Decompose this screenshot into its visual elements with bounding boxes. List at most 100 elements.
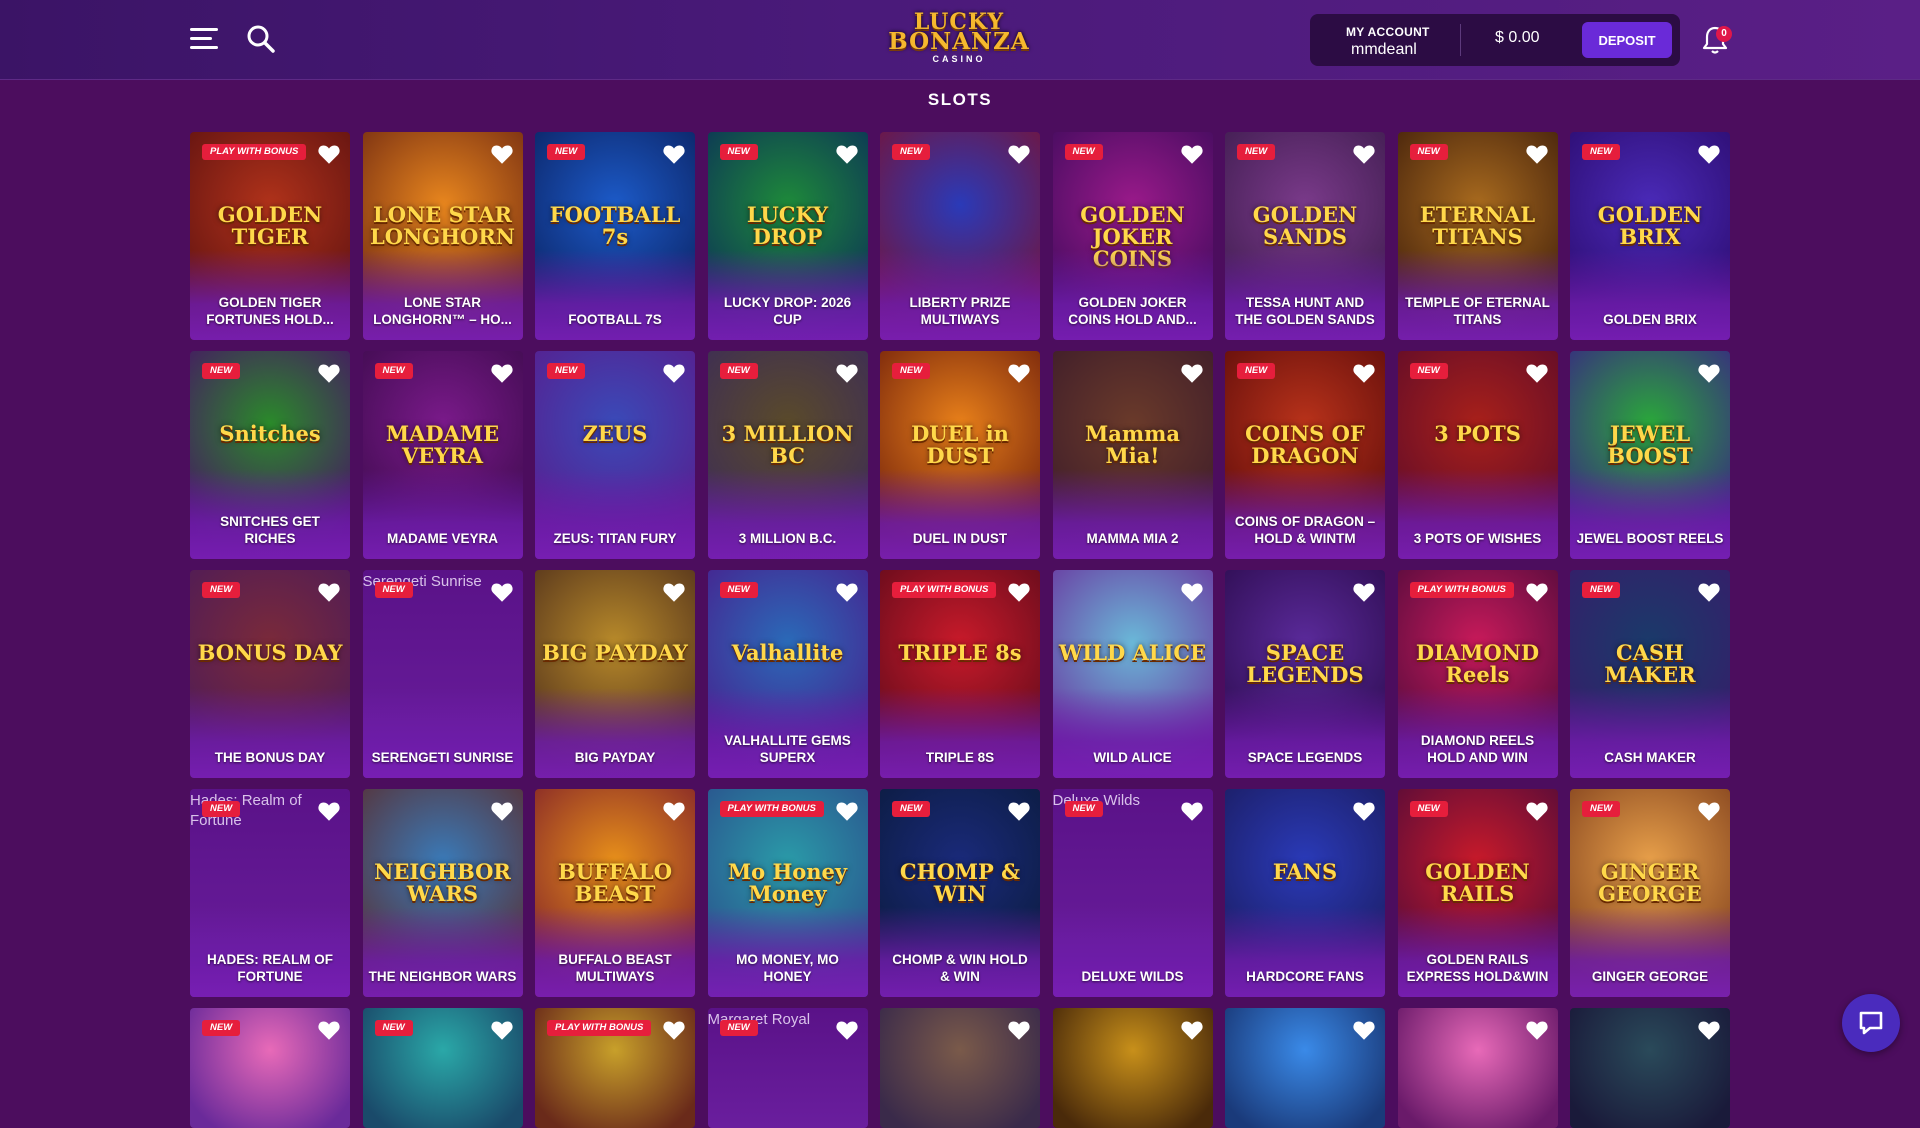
favorite-heart-icon[interactable] bbox=[1353, 363, 1375, 383]
game-tile[interactable]: 3 MILLION BC NEW 3 MILLION B.C. bbox=[707, 351, 868, 559]
my-account-label[interactable]: MY ACCOUNT bbox=[1346, 25, 1430, 39]
game-tile[interactable] bbox=[1397, 1008, 1558, 1128]
favorite-heart-icon[interactable] bbox=[1698, 582, 1720, 602]
game-tile[interactable]: SPACE LEGENDS SPACE LEGENDS bbox=[1225, 570, 1385, 778]
game-tile[interactable]: PLAY WITH BONUS bbox=[535, 1008, 695, 1128]
game-tile[interactable]: GOLDEN BRIX NEW GOLDEN BRIX bbox=[1570, 132, 1730, 340]
menu-icon[interactable] bbox=[190, 28, 218, 50]
game-tile[interactable]: Mamma Mia! MAMMA MIA 2 bbox=[1052, 351, 1213, 559]
favorite-heart-icon[interactable] bbox=[1180, 144, 1203, 164]
game-tile[interactable]: GOLDEN TIGER PLAY WITH BONUS GOLDEN TIGER … bbox=[190, 132, 350, 340]
favorite-heart-icon[interactable] bbox=[1525, 363, 1548, 383]
game-tile[interactable]: BUFFALO BEAST BUFFALO BEAST MULTIWAYS bbox=[535, 789, 695, 997]
favorite-heart-icon[interactable] bbox=[1353, 1020, 1375, 1040]
favorite-heart-icon[interactable] bbox=[1525, 582, 1548, 602]
game-tile[interactable]: NEW bbox=[190, 1008, 350, 1128]
favorite-heart-icon[interactable] bbox=[663, 582, 685, 602]
game-tile[interactable]: NEIGHBOR WARS THE NEIGHBOR WARS bbox=[362, 789, 523, 997]
search-icon[interactable] bbox=[246, 24, 276, 54]
game-tile[interactable]: COINS OF DRAGON NEW COINS OF DRAGON – HOLD… bbox=[1225, 351, 1385, 559]
new-badge: NEW bbox=[1409, 801, 1448, 817]
favorite-heart-icon[interactable] bbox=[318, 1020, 340, 1040]
game-tile[interactable]: TRIPLE 8s PLAY WITH BONUS TRIPLE 8S bbox=[880, 570, 1040, 778]
game-tile[interactable]: FOOTBALL 7s NEW FOOTBALL 7S bbox=[535, 132, 695, 340]
favorite-heart-icon[interactable] bbox=[1180, 363, 1203, 383]
game-tile[interactable]: NEW bbox=[362, 1008, 523, 1128]
favorite-heart-icon[interactable] bbox=[663, 1020, 685, 1040]
favorite-heart-icon[interactable] bbox=[663, 144, 685, 164]
favorite-heart-icon[interactable] bbox=[1698, 363, 1720, 383]
favorite-heart-icon[interactable] bbox=[490, 801, 513, 821]
favorite-heart-icon[interactable] bbox=[1180, 1020, 1203, 1040]
game-tile[interactable]: ETERNAL TITANS NEW TEMPLE OF ETERNAL TITAN… bbox=[1397, 132, 1558, 340]
favorite-heart-icon[interactable] bbox=[663, 801, 685, 821]
favorite-heart-icon[interactable] bbox=[835, 144, 858, 164]
game-tile[interactable]: Snitches NEW SNITCHES GET RICHES bbox=[190, 351, 350, 559]
game-tile[interactable]: DIAMOND Reels PLAY WITH BONUS DIAMOND REEL… bbox=[1397, 570, 1558, 778]
game-tile[interactable]: BIG PAYDAY BIG PAYDAY bbox=[535, 570, 695, 778]
game-artwork-title: GINGER GEORGE bbox=[1598, 859, 1702, 906]
chat-button[interactable] bbox=[1842, 994, 1900, 1052]
favorite-heart-icon[interactable] bbox=[318, 801, 340, 821]
favorite-heart-icon[interactable] bbox=[1525, 801, 1548, 821]
favorite-heart-icon[interactable] bbox=[318, 363, 340, 383]
game-tile[interactable] bbox=[1570, 1008, 1730, 1128]
game-tile[interactable]: Margaret Royal NEW bbox=[707, 1008, 868, 1128]
favorite-heart-icon[interactable] bbox=[1525, 1020, 1548, 1040]
game-tile[interactable] bbox=[1052, 1008, 1213, 1128]
game-tile[interactable]: DUEL in DUST NEW DUEL IN DUST bbox=[880, 351, 1040, 559]
game-tile[interactable] bbox=[880, 1008, 1040, 1128]
favorite-heart-icon[interactable] bbox=[1008, 1020, 1030, 1040]
favorite-heart-icon[interactable] bbox=[318, 144, 340, 164]
favorite-heart-icon[interactable] bbox=[1180, 801, 1203, 821]
game-tile[interactable]: LUCKY DROP NEW LUCKY DROP: 2026 CUP bbox=[707, 132, 868, 340]
game-artwork-title: WILD ALICE bbox=[1058, 640, 1207, 665]
game-tile[interactable]: Serengeti Sunrise NEW SERENGETI SUNRISE bbox=[362, 570, 523, 778]
game-tile[interactable]: Hades: Realm of Fortune NEW HADES: REALM O… bbox=[190, 789, 350, 997]
game-tile[interactable]: MADAME VEYRA NEW MADAME VEYRA bbox=[362, 351, 523, 559]
favorite-heart-icon[interactable] bbox=[835, 363, 858, 383]
game-tile[interactable]: Valhallite NEW VALHALLITE GEMS SUPERX bbox=[707, 570, 868, 778]
game-tile[interactable]: FANS HARDCORE FANS bbox=[1225, 789, 1385, 997]
favorite-heart-icon[interactable] bbox=[490, 363, 513, 383]
username[interactable]: mmdeanl bbox=[1351, 41, 1417, 59]
favorite-heart-icon[interactable] bbox=[1698, 144, 1720, 164]
site-logo[interactable]: LUCKY BONANZA CASINO bbox=[884, 11, 1034, 68]
game-tile[interactable]: NEW LIBERTY PRIZE MULTIWAYS bbox=[880, 132, 1040, 340]
game-tile[interactable]: WILD ALICE WILD ALICE bbox=[1052, 570, 1213, 778]
game-tile[interactable]: GOLDEN JOKER COINSNEWGOLDEN JOKER COINS … bbox=[1052, 132, 1213, 340]
favorite-heart-icon[interactable] bbox=[490, 1020, 513, 1040]
favorite-heart-icon[interactable] bbox=[835, 801, 858, 821]
favorite-heart-icon[interactable] bbox=[1008, 144, 1030, 164]
favorite-heart-icon[interactable] bbox=[1698, 1020, 1720, 1040]
game-tile[interactable]: CASH MAKER NEW CASH MAKER bbox=[1570, 570, 1730, 778]
favorite-heart-icon[interactable] bbox=[490, 144, 513, 164]
favorite-heart-icon[interactable] bbox=[1525, 144, 1548, 164]
favorite-heart-icon[interactable] bbox=[835, 582, 858, 602]
favorite-heart-icon[interactable] bbox=[1008, 801, 1030, 821]
game-tile[interactable]: BONUS DAY NEW THE BONUS DAY bbox=[190, 570, 350, 778]
game-tile[interactable]: 3 POTS NEW 3 POTS OF WISHES bbox=[1397, 351, 1558, 559]
game-tile[interactable] bbox=[1225, 1008, 1385, 1128]
favorite-heart-icon[interactable] bbox=[1353, 582, 1375, 602]
favorite-heart-icon[interactable] bbox=[1698, 801, 1720, 821]
favorite-heart-icon[interactable] bbox=[835, 1020, 858, 1040]
game-tile[interactable]: Deluxe WildsNEWDELUXE WILDS bbox=[1052, 789, 1213, 997]
game-tile[interactable]: GINGER GEORGE NEW GINGER GEORGE bbox=[1570, 789, 1730, 997]
game-tile[interactable]: JEWEL BOOST JEWEL BOOST REELS bbox=[1570, 351, 1730, 559]
favorite-heart-icon[interactable] bbox=[1353, 801, 1375, 821]
favorite-heart-icon[interactable] bbox=[1353, 144, 1375, 164]
favorite-heart-icon[interactable] bbox=[663, 363, 685, 383]
game-tile[interactable]: GOLDEN SANDS NEW TESSA HUNT AND THE GOLDEN… bbox=[1225, 132, 1385, 340]
favorite-heart-icon[interactable] bbox=[490, 582, 513, 602]
game-tile[interactable]: LONE STAR LONGHORN LONE STAR LONGHORN™ – … bbox=[362, 132, 523, 340]
game-tile[interactable]: ZEUS NEW ZEUS: TITAN FURY bbox=[535, 351, 695, 559]
favorite-heart-icon[interactable] bbox=[1008, 582, 1030, 602]
favorite-heart-icon[interactable] bbox=[318, 582, 340, 602]
game-tile[interactable]: Mo Honey Money PLAY WITH BONUS MO MONEY, M… bbox=[707, 789, 868, 997]
favorite-heart-icon[interactable] bbox=[1180, 582, 1203, 602]
deposit-button[interactable]: DEPOSIT bbox=[1582, 22, 1672, 58]
game-tile[interactable]: CHOMP & WIN NEW CHOMP & WIN HOLD & WIN bbox=[880, 789, 1040, 997]
game-tile[interactable]: GOLDEN RAILS NEW GOLDEN RAILS EXPRESS HOLD… bbox=[1397, 789, 1558, 997]
favorite-heart-icon[interactable] bbox=[1008, 363, 1030, 383]
